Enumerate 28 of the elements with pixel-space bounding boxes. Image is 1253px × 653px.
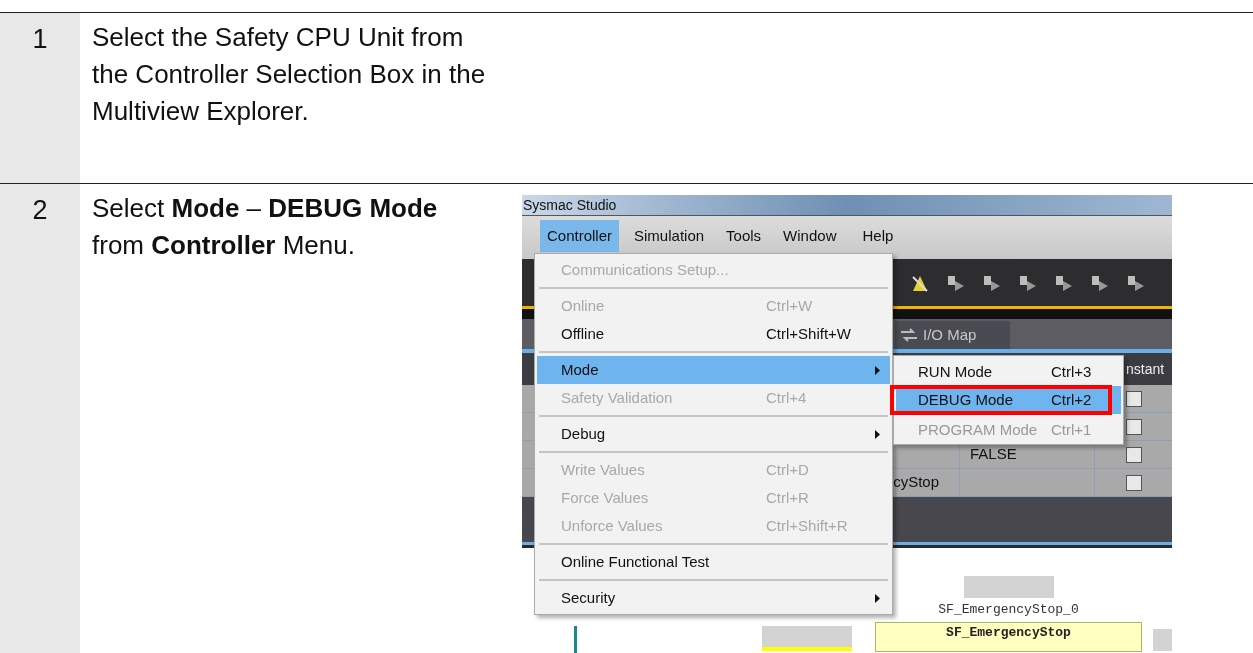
checkbox[interactable] [1125, 418, 1142, 435]
checkbox[interactable] [1125, 446, 1142, 463]
menu-bar-item[interactable]: Controller [540, 220, 620, 252]
table-cell-text: FALSE [970, 444, 1017, 465]
menu-bar-item[interactable]: Window [776, 220, 844, 252]
checkbox[interactable] [1125, 390, 1142, 407]
variable-block [1153, 629, 1172, 651]
window-title: Sysmac Studio [522, 198, 617, 212]
step-instruction: Select the Safety CPU Unit from the Controller Selection Box in the Multiview Explorer. [92, 21, 487, 128]
menu-item[interactable]: Debug [537, 420, 890, 448]
menu-item[interactable]: Mode [537, 356, 890, 384]
tab[interactable]: I/O Map [895, 321, 1010, 349]
menu-item[interactable]: Security [537, 584, 890, 612]
column-header: nstant [1126, 359, 1165, 379]
step-number: 1 [32, 23, 48, 56]
menu-item[interactable]: Online Functional Test [537, 548, 890, 576]
menu-item[interactable]: RUN Mode Ctrl+3 [896, 358, 1121, 386]
checkbox[interactable] [1125, 474, 1142, 491]
menu-bar-item[interactable]: Tools [719, 220, 769, 252]
instance-label: SF_EmergencyStop_0 [938, 601, 1079, 619]
menu-item[interactable]: Offline Ctrl+Shift+W [537, 320, 890, 348]
step-number: 2 [32, 194, 48, 227]
menu-bar-item[interactable]: Simulation [627, 220, 712, 252]
swap-arrows-icon [899, 328, 919, 342]
table-cell-text: cyStop [893, 472, 939, 493]
step-instruction: Select Mode – DEBUG Mode from Controller Menu. [92, 192, 439, 262]
menu-bar-item[interactable]: Help [855, 220, 901, 252]
function-block-name: SF_EmergencyStop [946, 623, 1071, 642]
